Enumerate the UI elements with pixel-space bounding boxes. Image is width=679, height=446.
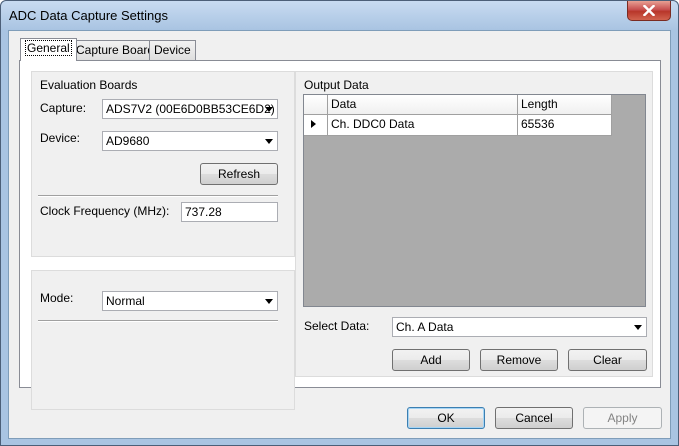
close-icon <box>643 5 655 16</box>
tab-device-label: Device <box>154 43 191 57</box>
mode-label: Mode: <box>40 291 74 305</box>
mode-select-value: Normal <box>106 294 145 308</box>
table-cell-length[interactable]: 65536 <box>518 115 612 136</box>
clock-frequency-input[interactable]: 737.28 <box>181 202 278 222</box>
refresh-button[interactable]: Refresh <box>200 163 278 185</box>
evaluation-boards-label: Evaluation Boards <box>40 78 138 92</box>
add-button[interactable]: Add <box>392 349 470 371</box>
tab-device[interactable]: Device <box>149 40 196 60</box>
tab-general-label: General <box>25 40 72 56</box>
dialog-window: ADC Data Capture Settings General Captur… <box>0 0 679 446</box>
tab-panel-general: Evaluation Boards Capture: ADS7V2 (00E6D… <box>19 60 661 410</box>
window-title: ADC Data Capture Settings <box>9 8 168 23</box>
grid-corner-cell <box>304 95 328 115</box>
output-data-label: Output Data <box>304 78 369 92</box>
select-data-label: Select Data: <box>304 319 370 333</box>
separator <box>38 320 278 322</box>
separator <box>38 195 278 197</box>
remove-button[interactable]: Remove <box>480 349 558 371</box>
row-selector-arrow-icon <box>311 120 316 128</box>
clock-frequency-label: Clock Frequency (MHz): <box>40 204 170 218</box>
evaluation-boards-group: Evaluation Boards Capture: ADS7V2 (00E6D… <box>31 71 295 257</box>
tab-general[interactable]: General <box>20 38 77 61</box>
select-data-select-value: Ch. A Data <box>396 320 454 334</box>
output-data-group: Output Data Data Length Ch. DDC0 Data 65… <box>295 71 653 377</box>
chevron-down-icon <box>265 299 273 304</box>
tab-capture-board-label: Capture Board <box>76 43 155 57</box>
device-select[interactable]: AD9680 <box>102 131 278 151</box>
dialog-client-area: General Capture Board Device Evaluation … <box>8 30 671 439</box>
chevron-down-icon <box>265 107 273 112</box>
column-header-length[interactable]: Length <box>518 95 612 115</box>
capture-label: Capture: <box>40 101 87 115</box>
capture-select-value: ADS7V2 (00E6D0BB53CE6D2) <box>106 102 275 116</box>
capture-select[interactable]: ADS7V2 (00E6D0BB53CE6D2) <box>102 99 278 119</box>
mode-select[interactable]: Normal <box>102 291 278 311</box>
device-label: Device: <box>40 131 81 145</box>
ok-button[interactable]: OK <box>407 407 485 429</box>
cancel-button[interactable]: Cancel <box>495 407 573 429</box>
column-header-data[interactable]: Data <box>328 95 518 115</box>
chevron-down-icon <box>634 325 642 330</box>
device-select-value: AD9680 <box>106 134 150 148</box>
mode-group: Mode: Normal <box>31 270 295 410</box>
title-bar[interactable]: ADC Data Capture Settings <box>1 1 678 30</box>
chevron-down-icon <box>265 139 273 144</box>
output-data-grid[interactable]: Data Length Ch. DDC0 Data 65536 <box>303 94 646 307</box>
close-button[interactable] <box>627 1 671 21</box>
tab-capture-board[interactable]: Capture Board <box>71 40 160 60</box>
row-header[interactable] <box>304 115 328 136</box>
clear-button[interactable]: Clear <box>568 349 647 371</box>
apply-button[interactable]: Apply <box>583 407 662 429</box>
select-data-select[interactable]: Ch. A Data <box>392 317 647 337</box>
table-cell-data[interactable]: Ch. DDC0 Data <box>328 115 518 136</box>
